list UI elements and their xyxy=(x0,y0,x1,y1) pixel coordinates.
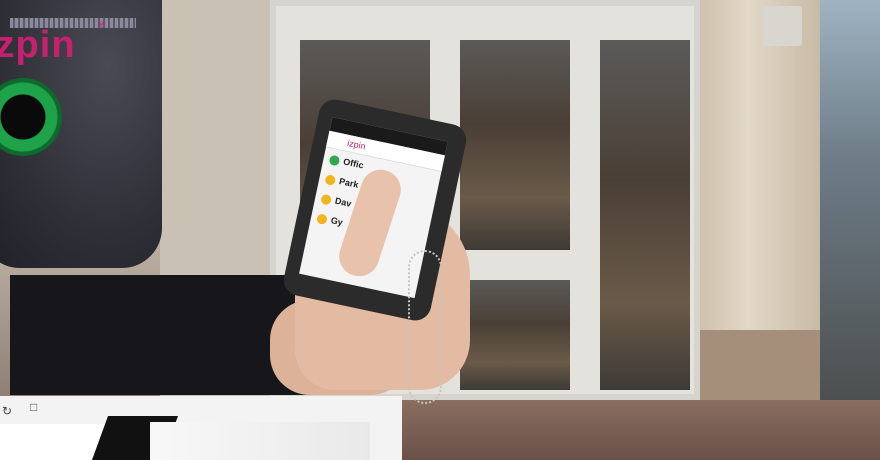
phone-list-label: Offic xyxy=(342,156,365,171)
phone-list-label: Park xyxy=(338,176,360,190)
status-dot-icon xyxy=(328,154,341,167)
bracelet xyxy=(408,250,442,404)
photo-scene: izpin Offic Park Dav Gy izpin ® ↻ □ xyxy=(0,0,880,460)
reload-icon: ↻ xyxy=(2,404,13,418)
status-dot-icon xyxy=(320,193,333,206)
trademark-mark: ® xyxy=(98,20,105,30)
door-glass-center xyxy=(460,40,570,250)
wall-lamp xyxy=(762,6,802,46)
inset-tablet-photo: ↻ □ xyxy=(0,396,402,460)
door-glass-lower xyxy=(460,280,570,390)
share-icon: □ xyxy=(30,400,38,414)
pillar-base xyxy=(700,330,820,410)
reader-brand-logo: izpin xyxy=(0,24,76,66)
status-dot-icon xyxy=(324,173,337,186)
status-dot-icon xyxy=(316,212,328,225)
window-glass-right xyxy=(600,40,690,390)
reader-led-ring-icon xyxy=(0,78,62,156)
access-reader: izpin ® xyxy=(0,0,162,268)
side-window xyxy=(820,0,880,400)
phone-list-label: Dav xyxy=(334,195,353,209)
phone-list-label: Gy xyxy=(329,215,344,228)
inset-screen xyxy=(150,422,370,460)
